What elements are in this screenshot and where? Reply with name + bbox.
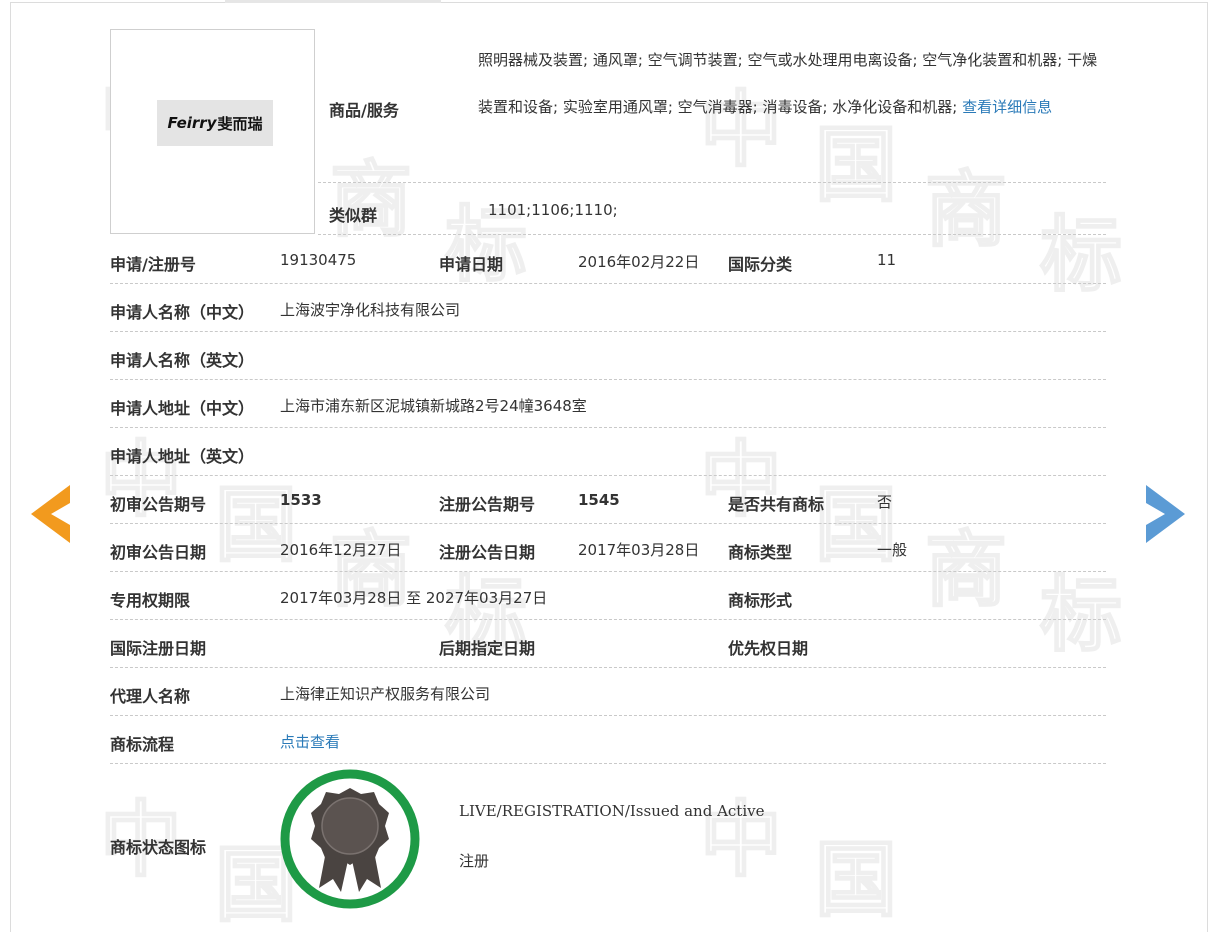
registered-seal-icon (280, 769, 420, 909)
divider (318, 182, 1106, 183)
status-en: LIVE/REGISTRATION/Issued and Active (459, 802, 765, 820)
type-value: 一般 (877, 541, 908, 559)
similar-group-label: 类似群 (329, 206, 378, 225)
type-label: 商标类型 (728, 543, 793, 562)
divider (110, 667, 1106, 668)
divider (110, 523, 1106, 524)
status-cn: 注册 (459, 852, 490, 870)
term-value: 2017年03月28日 至 2027年03月27日 (280, 589, 548, 607)
divider (110, 331, 1106, 332)
prelim-no-label: 初审公告期号 (110, 495, 207, 514)
flow-link[interactable]: 点击查看 (280, 731, 340, 752)
shared-value: 否 (877, 493, 893, 511)
watermark-glyph: 国 (814, 118, 898, 213)
divider (318, 234, 1106, 235)
reg-pub-date-label: 注册公告日期 (439, 543, 536, 562)
divider (110, 475, 1106, 476)
apply-date-label: 申请日期 (439, 255, 504, 274)
reg-no-value: 19130475 (280, 251, 357, 269)
divider (110, 427, 1106, 428)
term-label: 专用权期限 (110, 591, 191, 610)
flow-label: 商标流程 (110, 735, 175, 754)
next-arrow-icon[interactable] (1145, 485, 1185, 543)
similar-group-value: 1101;1106;1110; (488, 201, 618, 219)
watermark-glyph: 标 (1039, 208, 1123, 303)
trademark-image-box: Feirry 斐而瑞 (110, 29, 315, 234)
agent-value: 上海律正知识产权服务有限公司 (280, 685, 491, 703)
prev-arrow-icon[interactable] (31, 485, 71, 543)
divider (110, 379, 1106, 380)
prelim-date-value: 2016年12月27日 (280, 541, 402, 559)
intl-date-label: 国际注册日期 (110, 639, 207, 658)
goods-label: 商品/服务 (329, 101, 399, 120)
divider (110, 283, 1106, 284)
divider (110, 715, 1106, 716)
applicant-cn-label: 申请人名称（中文） (110, 303, 255, 322)
prelim-no-value: 1533 (280, 491, 322, 509)
watermark-glyph: 标 (1039, 568, 1123, 663)
address-en-label: 申请人地址（英文） (110, 447, 255, 466)
apply-date-value: 2016年02月22日 (578, 253, 700, 271)
later-date-label: 后期指定日期 (439, 639, 536, 658)
watermark-glyph: 国 (814, 833, 898, 928)
applicant-cn-value: 上海波宇净化科技有限公司 (280, 301, 461, 319)
divider (110, 763, 1106, 764)
reg-pub-no-value: 1545 (578, 491, 620, 509)
applicant-en-label: 申请人名称（英文） (110, 351, 255, 370)
reg-pub-date-value: 2017年03月28日 (578, 541, 700, 559)
reg-pub-no-label: 注册公告期号 (439, 495, 536, 514)
goods-detail-link[interactable]: 查看详细信息 (962, 98, 1052, 116)
logo-latin-text: Feirry (167, 114, 217, 132)
trademark-logo: Feirry 斐而瑞 (157, 100, 273, 146)
logo-cn-text: 斐而瑞 (217, 114, 263, 133)
prelim-date-label: 初审公告日期 (110, 543, 207, 562)
intl-class-value: 11 (877, 251, 897, 269)
address-cn-label: 申请人地址（中文） (110, 399, 255, 418)
priority-date-label: 优先权日期 (728, 639, 809, 658)
address-cn-value: 上海市浦东新区泥城镇新城路2号24幢3648室 (280, 397, 587, 415)
status-label: 商标状态图标 (110, 838, 207, 857)
watermark-glyph: 商 (329, 153, 413, 248)
divider (110, 571, 1106, 572)
shared-label: 是否共有商标 (728, 495, 825, 514)
goods-text: 照明器械及装置; 通风罩; 空气调节装置; 空气或水处理用电离设备; 空气净化装… (478, 37, 1110, 131)
form-label: 商标形式 (728, 591, 793, 610)
agent-label: 代理人名称 (110, 687, 191, 706)
divider (110, 619, 1106, 620)
tab-strip (225, 0, 441, 3)
reg-no-label: 申请/注册号 (110, 255, 196, 274)
intl-class-label: 国际分类 (728, 255, 793, 274)
